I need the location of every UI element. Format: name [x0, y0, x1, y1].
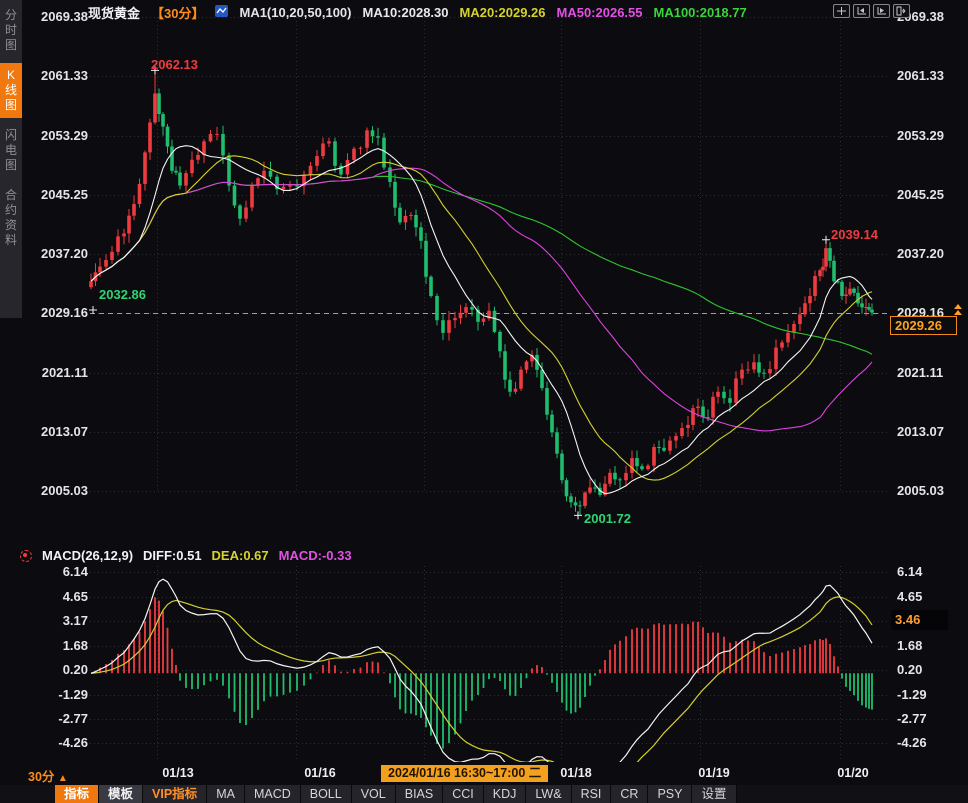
- macd-diff-value: DIFF:0.51: [143, 548, 202, 563]
- chart-toolbar: [833, 4, 910, 18]
- tab-CR[interactable]: CR: [611, 785, 648, 803]
- tabbar-spacer: [0, 785, 55, 803]
- tab-MA[interactable]: MA: [207, 785, 245, 803]
- tab-模板[interactable]: 模板: [99, 785, 143, 803]
- chart-canvas[interactable]: [0, 0, 968, 803]
- period-selector-label: 30分: [28, 770, 54, 784]
- macd-axis-label: -2.77: [897, 711, 963, 726]
- macd-axis-label: -1.29: [28, 687, 88, 702]
- main-low-annotation: 2001.72: [584, 511, 631, 526]
- swing-high-annotation: 2062.13: [151, 57, 198, 72]
- macd-axis-label: 1.68: [28, 638, 88, 653]
- price-axis-label: 2037.20: [28, 246, 88, 261]
- ma-legend-value-1: MA10:2028.30: [363, 5, 449, 20]
- macd-axis-label: 3.17: [28, 613, 88, 628]
- period-selector[interactable]: 30分 ▲: [28, 766, 68, 785]
- tab-BOLL[interactable]: BOLL: [301, 785, 352, 803]
- axis-left-icon[interactable]: [853, 4, 870, 18]
- chart-header: 现货黄金 【30分】 MA1(10,20,50,100) MA10:2028.3…: [88, 3, 747, 22]
- price-axis-label: 2053.29: [28, 128, 88, 143]
- start-low-annotation: 2032.86: [99, 287, 146, 302]
- macd-title: MACD(26,12,9): [42, 548, 133, 563]
- macd-axis-label: 6.14: [28, 564, 88, 579]
- ma-setting-label: MA1(10,20,50,100): [239, 5, 351, 20]
- price-axis-label: 2005.03: [897, 483, 963, 498]
- tab-RSI[interactable]: RSI: [572, 785, 612, 803]
- trading-app-window: 分时图 K线图闪电图合约资料 现货黄金 【30分】 MA1(10,20,50,10…: [0, 0, 968, 803]
- xaxis-date-label: 01/13: [138, 766, 218, 780]
- macd-axis-label: 0.20: [28, 662, 88, 677]
- macd-crosshair-value-box: 3.46: [891, 610, 948, 630]
- shift-right-icon[interactable]: [893, 4, 910, 18]
- sidebar-item-2[interactable]: K线图: [0, 63, 22, 118]
- price-axis-label: 2053.29: [897, 128, 963, 143]
- macd-macd-value: MACD:-0.33: [279, 548, 352, 563]
- macd-axis-label: 4.65: [897, 589, 963, 604]
- sidebar-item-3[interactable]: 闪电图: [0, 123, 22, 178]
- tab-LW&[interactable]: LW&: [526, 785, 571, 803]
- tab-设置[interactable]: 设置: [692, 785, 736, 803]
- macd-axis-label: -1.29: [897, 687, 963, 702]
- crosshair-icon[interactable]: [833, 4, 850, 18]
- ma-legend: MA10:2028.30 MA20:2029.26 MA50:2026.55 MA10…: [363, 5, 747, 20]
- macd-axis-label: -4.26: [28, 735, 88, 750]
- price-axis-label: 2061.33: [28, 68, 88, 83]
- tab-KDJ[interactable]: KDJ: [484, 785, 527, 803]
- macd-axis-label: -4.26: [897, 735, 963, 750]
- macd-axis-label: 0.20: [897, 662, 963, 677]
- time-axis: 30分 ▲ 2024/01/16 16:30~17:00 二 01/13 01/1…: [0, 764, 968, 785]
- price-axis-label: 2005.03: [28, 483, 88, 498]
- xaxis-date-label: 01/16: [280, 766, 360, 780]
- instrument-name: 现货黄金: [88, 3, 140, 22]
- selected-time-box: 2024/01/16 16:30~17:00 二: [381, 765, 548, 782]
- tab-VIP指标[interactable]: VIP指标: [143, 785, 207, 803]
- price-axis-label: 2013.07: [28, 424, 88, 439]
- price-axis-label: 2021.11: [897, 365, 963, 380]
- price-axis-label: 2069.38: [28, 9, 88, 24]
- axis-right-icon[interactable]: [873, 4, 890, 18]
- last-price-box: 2029.26: [890, 316, 957, 335]
- right-high-annotation: 2039.14: [831, 227, 878, 242]
- tab-PSY[interactable]: PSY: [648, 785, 692, 803]
- macd-dea-value: DEA:0.67: [212, 548, 269, 563]
- sidebar-item-1[interactable]: 分时图: [0, 3, 22, 58]
- xaxis-date-label: 01/20: [813, 766, 893, 780]
- price-axis-label: 2021.11: [28, 365, 88, 380]
- tab-VOL[interactable]: VOL: [352, 785, 396, 803]
- ma-legend-value-2: MA20:2029.26: [460, 5, 546, 20]
- macd-axis-label: -2.77: [28, 711, 88, 726]
- price-axis-label: 2045.25: [28, 187, 88, 202]
- tab-CCI[interactable]: CCI: [443, 785, 484, 803]
- live-dot-icon: [20, 550, 32, 562]
- price-axis-label: 2061.33: [897, 68, 963, 83]
- tab-MACD[interactable]: MACD: [245, 785, 301, 803]
- price-axis-label: 2013.07: [897, 424, 963, 439]
- line-chart-icon: [215, 5, 228, 20]
- macd-axis-label: 1.68: [897, 638, 963, 653]
- indicator-tabbar: 指标模板VIP指标MAMACDBOLLVOLBIASCCIKDJLW&RSICR…: [0, 785, 968, 803]
- macd-header: MACD(26,12,9) DIFF:0.51 DEA:0.67 MACD:-0…: [20, 548, 352, 563]
- xaxis-date-label: 01/19: [674, 766, 754, 780]
- tab-BIAS[interactable]: BIAS: [396, 785, 444, 803]
- price-axis-label: 2029.16: [28, 305, 88, 320]
- price-axis-label: 2045.25: [897, 187, 963, 202]
- macd-axis-label: 6.14: [897, 564, 963, 579]
- chevron-up-icon: ▲: [58, 773, 68, 784]
- left-sidebar: 分时图 K线图闪电图合约资料: [0, 0, 22, 318]
- ma-legend-value-4: MA100:2018.77: [654, 5, 747, 20]
- sidebar-item-4[interactable]: 合约资料: [0, 183, 22, 253]
- period-tag: 【30分】: [151, 3, 204, 22]
- price-up-arrows-icon: [952, 303, 964, 316]
- ma-legend-value-3: MA50:2026.55: [557, 5, 643, 20]
- price-axis-label: 2037.20: [897, 246, 963, 261]
- macd-axis-label: 4.65: [28, 589, 88, 604]
- tab-指标[interactable]: 指标: [55, 785, 99, 803]
- xaxis-date-label: 01/18: [536, 766, 616, 780]
